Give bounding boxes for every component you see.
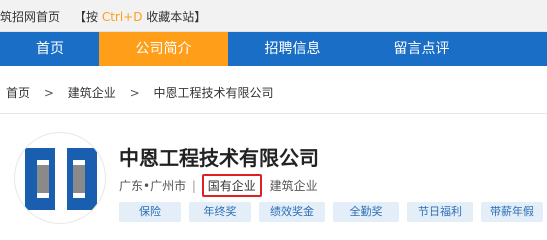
breadcrumb: 首页 > 建筑企业 > 中恩工程技术有限公司 [6,84,273,101]
breadcrumb-current[interactable]: 中恩工程技术有限公司 [153,86,273,100]
breadcrumb-separator: > [129,86,140,100]
benefit-tag: 带薪年假 [481,202,543,222]
benefit-tag: 年终奖 [189,202,251,222]
nav-item-jobs[interactable]: 招聘信息 [228,32,357,66]
benefit-tag: 保险 [119,202,181,222]
breadcrumb-home[interactable]: 首页 [6,86,30,100]
benefit-tag: 节日福利 [407,202,473,222]
benefit-tag: 绩效奖金 [259,202,325,222]
site-home-link[interactable]: 筑招网首页 [0,8,60,25]
company-location: 广东•广州市 [119,179,187,193]
nav-item-home[interactable]: 首页 [0,32,100,66]
section-divider [0,113,547,114]
breadcrumb-category[interactable]: 建筑企业 [68,86,116,100]
bookmark-prefix: 【按 [74,10,102,24]
nav-item-reviews[interactable]: 留言点评 [357,32,486,66]
main-nav: 首页 公司简介 招聘信息 留言点评 [0,32,547,66]
bookmark-shortcut: Ctrl+D [101,10,143,24]
ownership-badge: 国有企业 [201,174,262,197]
meta-separator: | [191,178,196,193]
breadcrumb-separator: > [43,86,54,100]
company-logo-icon [25,148,97,210]
benefit-tag: 全勤奖 [333,202,399,222]
nav-item-company-intro[interactable]: 公司简介 [99,32,228,66]
bookmark-suffix: 收藏本站】 [142,10,207,24]
company-meta: 广东•广州市 | 国有企业 建筑企业 [119,174,318,197]
top-bar: 筑招网首页 【按 Ctrl+D 收藏本站】 [0,0,547,32]
bookmark-hint: 【按 Ctrl+D 收藏本站】 [74,8,206,25]
company-name: 中恩工程技术有限公司 [119,146,319,170]
company-industry: 建筑企业 [269,179,318,193]
company-logo [14,132,106,224]
